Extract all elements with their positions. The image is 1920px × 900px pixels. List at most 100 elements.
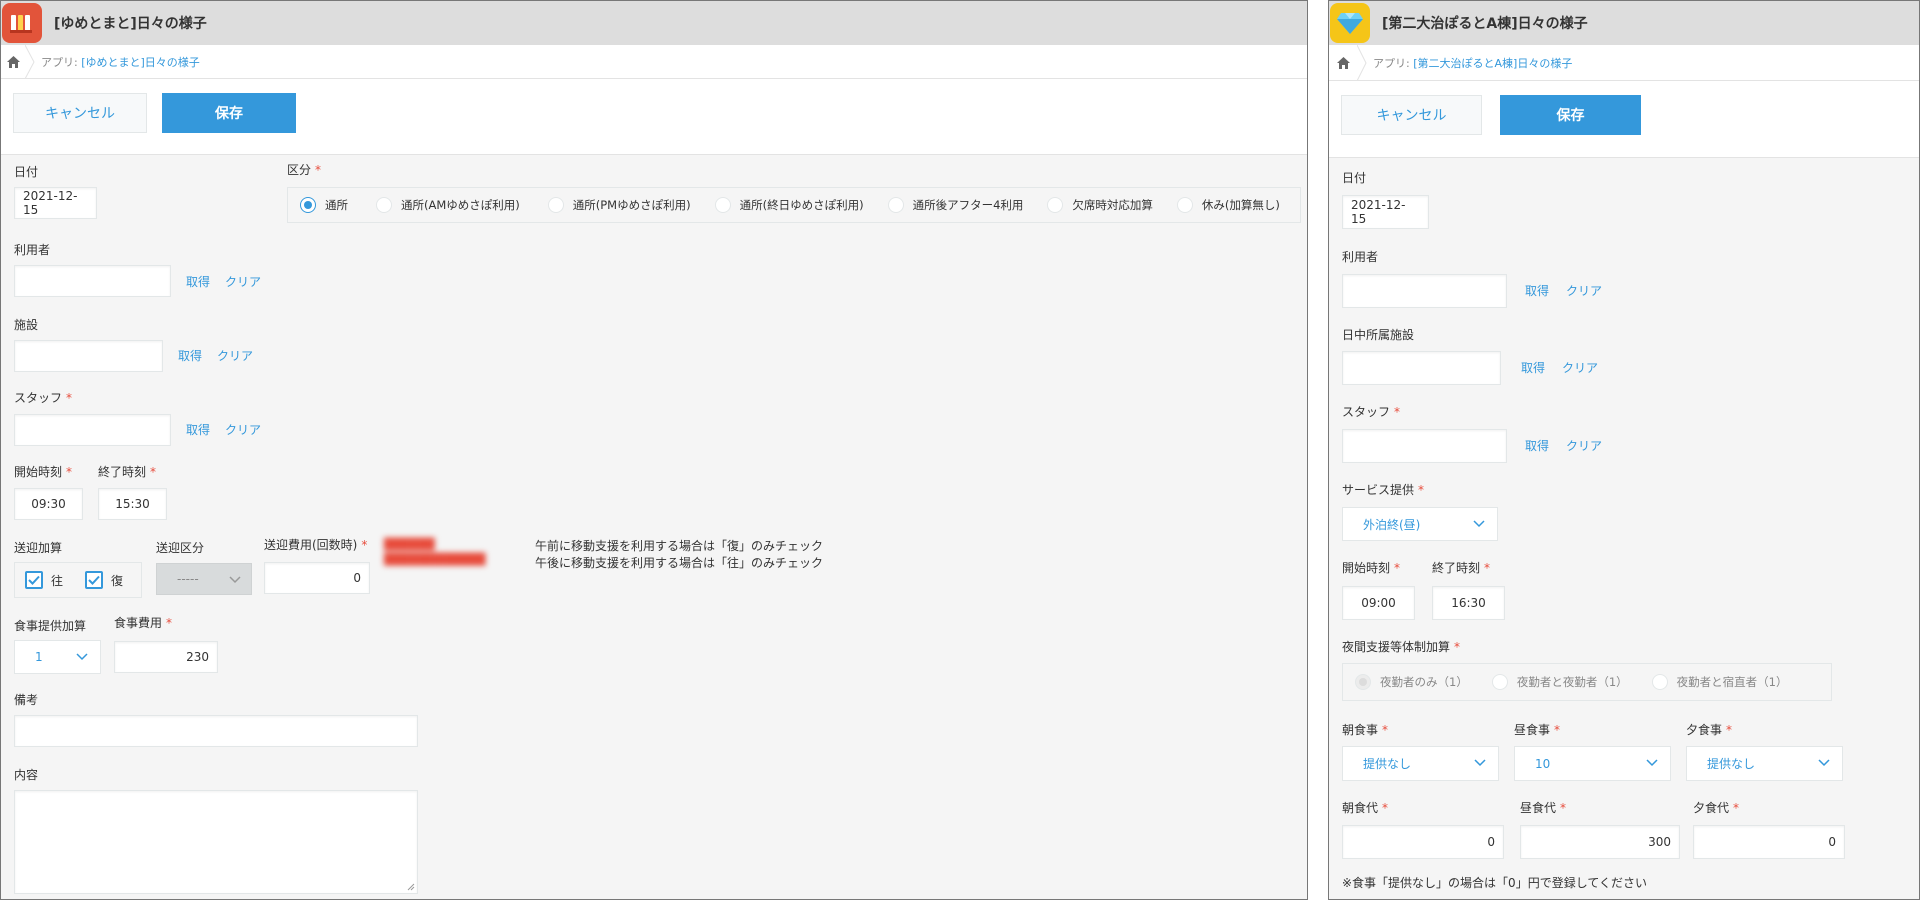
radio-option[interactable]: 休み(加算無し): [1176, 197, 1280, 213]
dinner-fee-input[interactable]: 0: [1693, 825, 1845, 859]
transport-fee-input[interactable]: 0: [264, 562, 370, 594]
radio-option[interactable]: 通所(AMゆめさぽ利用): [376, 197, 520, 213]
meal-fee-label: 食事費用 *: [114, 616, 173, 630]
dinner-select[interactable]: 提供なし: [1686, 746, 1843, 781]
lunch-select[interactable]: 10: [1514, 746, 1671, 781]
app-icon: [2, 3, 42, 43]
start-time-input[interactable]: 09:00: [1342, 586, 1415, 620]
save-button[interactable]: 保存: [1500, 95, 1641, 135]
user-get-link[interactable]: 取得: [1525, 282, 1549, 299]
day-facility-get-link[interactable]: 取得: [1521, 359, 1545, 376]
breakfast-select[interactable]: 提供なし: [1342, 746, 1499, 781]
staff-get-link[interactable]: 取得: [1525, 437, 1549, 454]
dinner-label: 夕食事 *: [1686, 723, 1733, 737]
meal-add-label: 食事提供加算: [14, 619, 87, 633]
category-label: 区分 *: [287, 163, 322, 177]
breakfast-fee-input[interactable]: 0: [1342, 825, 1504, 859]
night-support-label: 夜間支援等体制加算 *: [1342, 640, 1461, 654]
breadcrumb-app-link[interactable]: [第二大治ぽるとA棟]日々の様子: [1413, 57, 1572, 70]
transport-note-2: 午後に移動支援を利用する場合は「往」のみチェック: [535, 556, 824, 570]
radio-selected-icon: [300, 197, 316, 213]
transport-type-label: 送迎区分: [156, 541, 205, 555]
user-label: 利用者: [1342, 250, 1379, 264]
breadcrumb-separator-icon: [1357, 44, 1367, 81]
day-facility-input[interactable]: [1342, 351, 1501, 385]
day-facility-clear-link[interactable]: クリア: [1562, 359, 1598, 376]
start-time-label: 開始時刻 *: [14, 465, 73, 479]
day-facility-label: 日中所属施設: [1342, 328, 1415, 342]
radio-option[interactable]: 夜勤者のみ（1）: [1355, 674, 1468, 690]
facility-label: 施設: [14, 318, 39, 332]
cancel-button[interactable]: キャンセル: [1341, 95, 1482, 135]
staff-input[interactable]: [14, 414, 171, 446]
start-time-label: 開始時刻 *: [1342, 561, 1401, 575]
radio-option[interactable]: 夜勤者と宿直者（1）: [1651, 674, 1787, 690]
date-label: 日付: [1342, 171, 1367, 185]
app-title: [ゆめとまと]日々の様子: [54, 16, 207, 32]
date-input[interactable]: 2021-12-15: [14, 187, 97, 219]
radio-option[interactable]: 通所(終日ゆめさぽ利用): [714, 197, 864, 213]
breadcrumb: アプリ: [第二大治ぽるとA棟]日々の様子: [1329, 44, 1919, 81]
app-icon: [1330, 3, 1370, 43]
user-label: 利用者: [14, 243, 51, 257]
radio-option[interactable]: 通所: [300, 197, 348, 213]
meal-fee-input[interactable]: 230: [114, 641, 218, 673]
user-input[interactable]: [14, 265, 171, 297]
cancel-button[interactable]: キャンセル: [13, 93, 147, 133]
remarks-input[interactable]: [14, 715, 418, 747]
save-button[interactable]: 保存: [162, 93, 296, 133]
breakfast-fee-label: 朝食代 *: [1342, 801, 1389, 815]
radio-icon: [1651, 674, 1668, 690]
user-input[interactable]: [1342, 274, 1507, 308]
home-icon[interactable]: [1, 55, 25, 68]
user-get-link[interactable]: 取得: [186, 273, 210, 290]
form-toolbar: キャンセル 保存: [1, 79, 1307, 155]
title-bar: [ゆめとまと]日々の様子: [1, 1, 1307, 45]
remarks-label: 備考: [14, 693, 39, 707]
staff-clear-link[interactable]: クリア: [225, 421, 261, 438]
transport-go-checkbox[interactable]: 往: [25, 571, 63, 589]
radio-option[interactable]: 夜勤者と夜勤者（1）: [1491, 674, 1628, 690]
transport-fee-label: 送迎費用(回数時) *: [264, 538, 368, 552]
radio-icon: [1491, 674, 1508, 690]
end-time-input[interactable]: 15:30: [98, 488, 167, 520]
end-time-input[interactable]: 16:30: [1432, 586, 1505, 620]
transport-checkbox-group: 往 復: [14, 562, 142, 598]
checkbox-checked-icon: [25, 571, 43, 589]
user-clear-link[interactable]: クリア: [225, 273, 261, 290]
right-app-window: [第二大治ぽるとA棟]日々の様子 アプリ: [第二大治ぽるとA棟]日々の様子 キ…: [1328, 0, 1920, 900]
chevron-down-icon: [76, 653, 88, 661]
facility-input[interactable]: [14, 340, 163, 372]
start-time-input[interactable]: 09:30: [14, 488, 83, 520]
end-time-label: 終了時刻 *: [1432, 561, 1491, 575]
service-label: サービス提供 *: [1342, 483, 1425, 497]
meal-add-select[interactable]: 1: [14, 640, 101, 674]
chevron-down-icon: [1818, 759, 1830, 767]
breadcrumb-prefix: アプリ:: [1373, 56, 1410, 70]
date-input[interactable]: 2021-12-15: [1342, 195, 1429, 229]
facility-get-link[interactable]: 取得: [178, 347, 202, 364]
radio-option[interactable]: 通所(PMゆめさぽ利用): [547, 197, 691, 213]
lunch-fee-label: 昼食代 *: [1520, 801, 1567, 815]
radio-icon: [1047, 197, 1064, 213]
breadcrumb-prefix: アプリ:: [41, 55, 78, 69]
lunch-label: 昼食事 *: [1514, 723, 1561, 737]
transport-return-checkbox[interactable]: 復: [85, 571, 123, 589]
user-clear-link[interactable]: クリア: [1566, 282, 1602, 299]
meal-note: ※食事「提供なし」の場合は「0」円で登録してください: [1342, 876, 1647, 890]
breakfast-label: 朝食事 *: [1342, 723, 1389, 737]
chevron-down-icon: [229, 576, 241, 584]
radio-option[interactable]: 欠席時対応加算: [1047, 197, 1153, 213]
staff-get-link[interactable]: 取得: [186, 421, 210, 438]
service-select[interactable]: 外泊終(昼): [1342, 507, 1498, 541]
breadcrumb-app-link[interactable]: [ゆめとまと]日々の様子: [81, 56, 200, 69]
content-textarea[interactable]: [14, 790, 418, 894]
home-icon[interactable]: [1329, 56, 1357, 69]
staff-input[interactable]: [1342, 429, 1507, 463]
radio-option[interactable]: 通所後アフター4利用: [887, 197, 1023, 213]
lunch-fee-input[interactable]: 300: [1520, 825, 1680, 859]
facility-clear-link[interactable]: クリア: [217, 347, 253, 364]
staff-clear-link[interactable]: クリア: [1566, 437, 1602, 454]
radio-icon: [887, 197, 904, 213]
app-title: [第二大治ぽるとA棟]日々の様子: [1382, 16, 1588, 32]
